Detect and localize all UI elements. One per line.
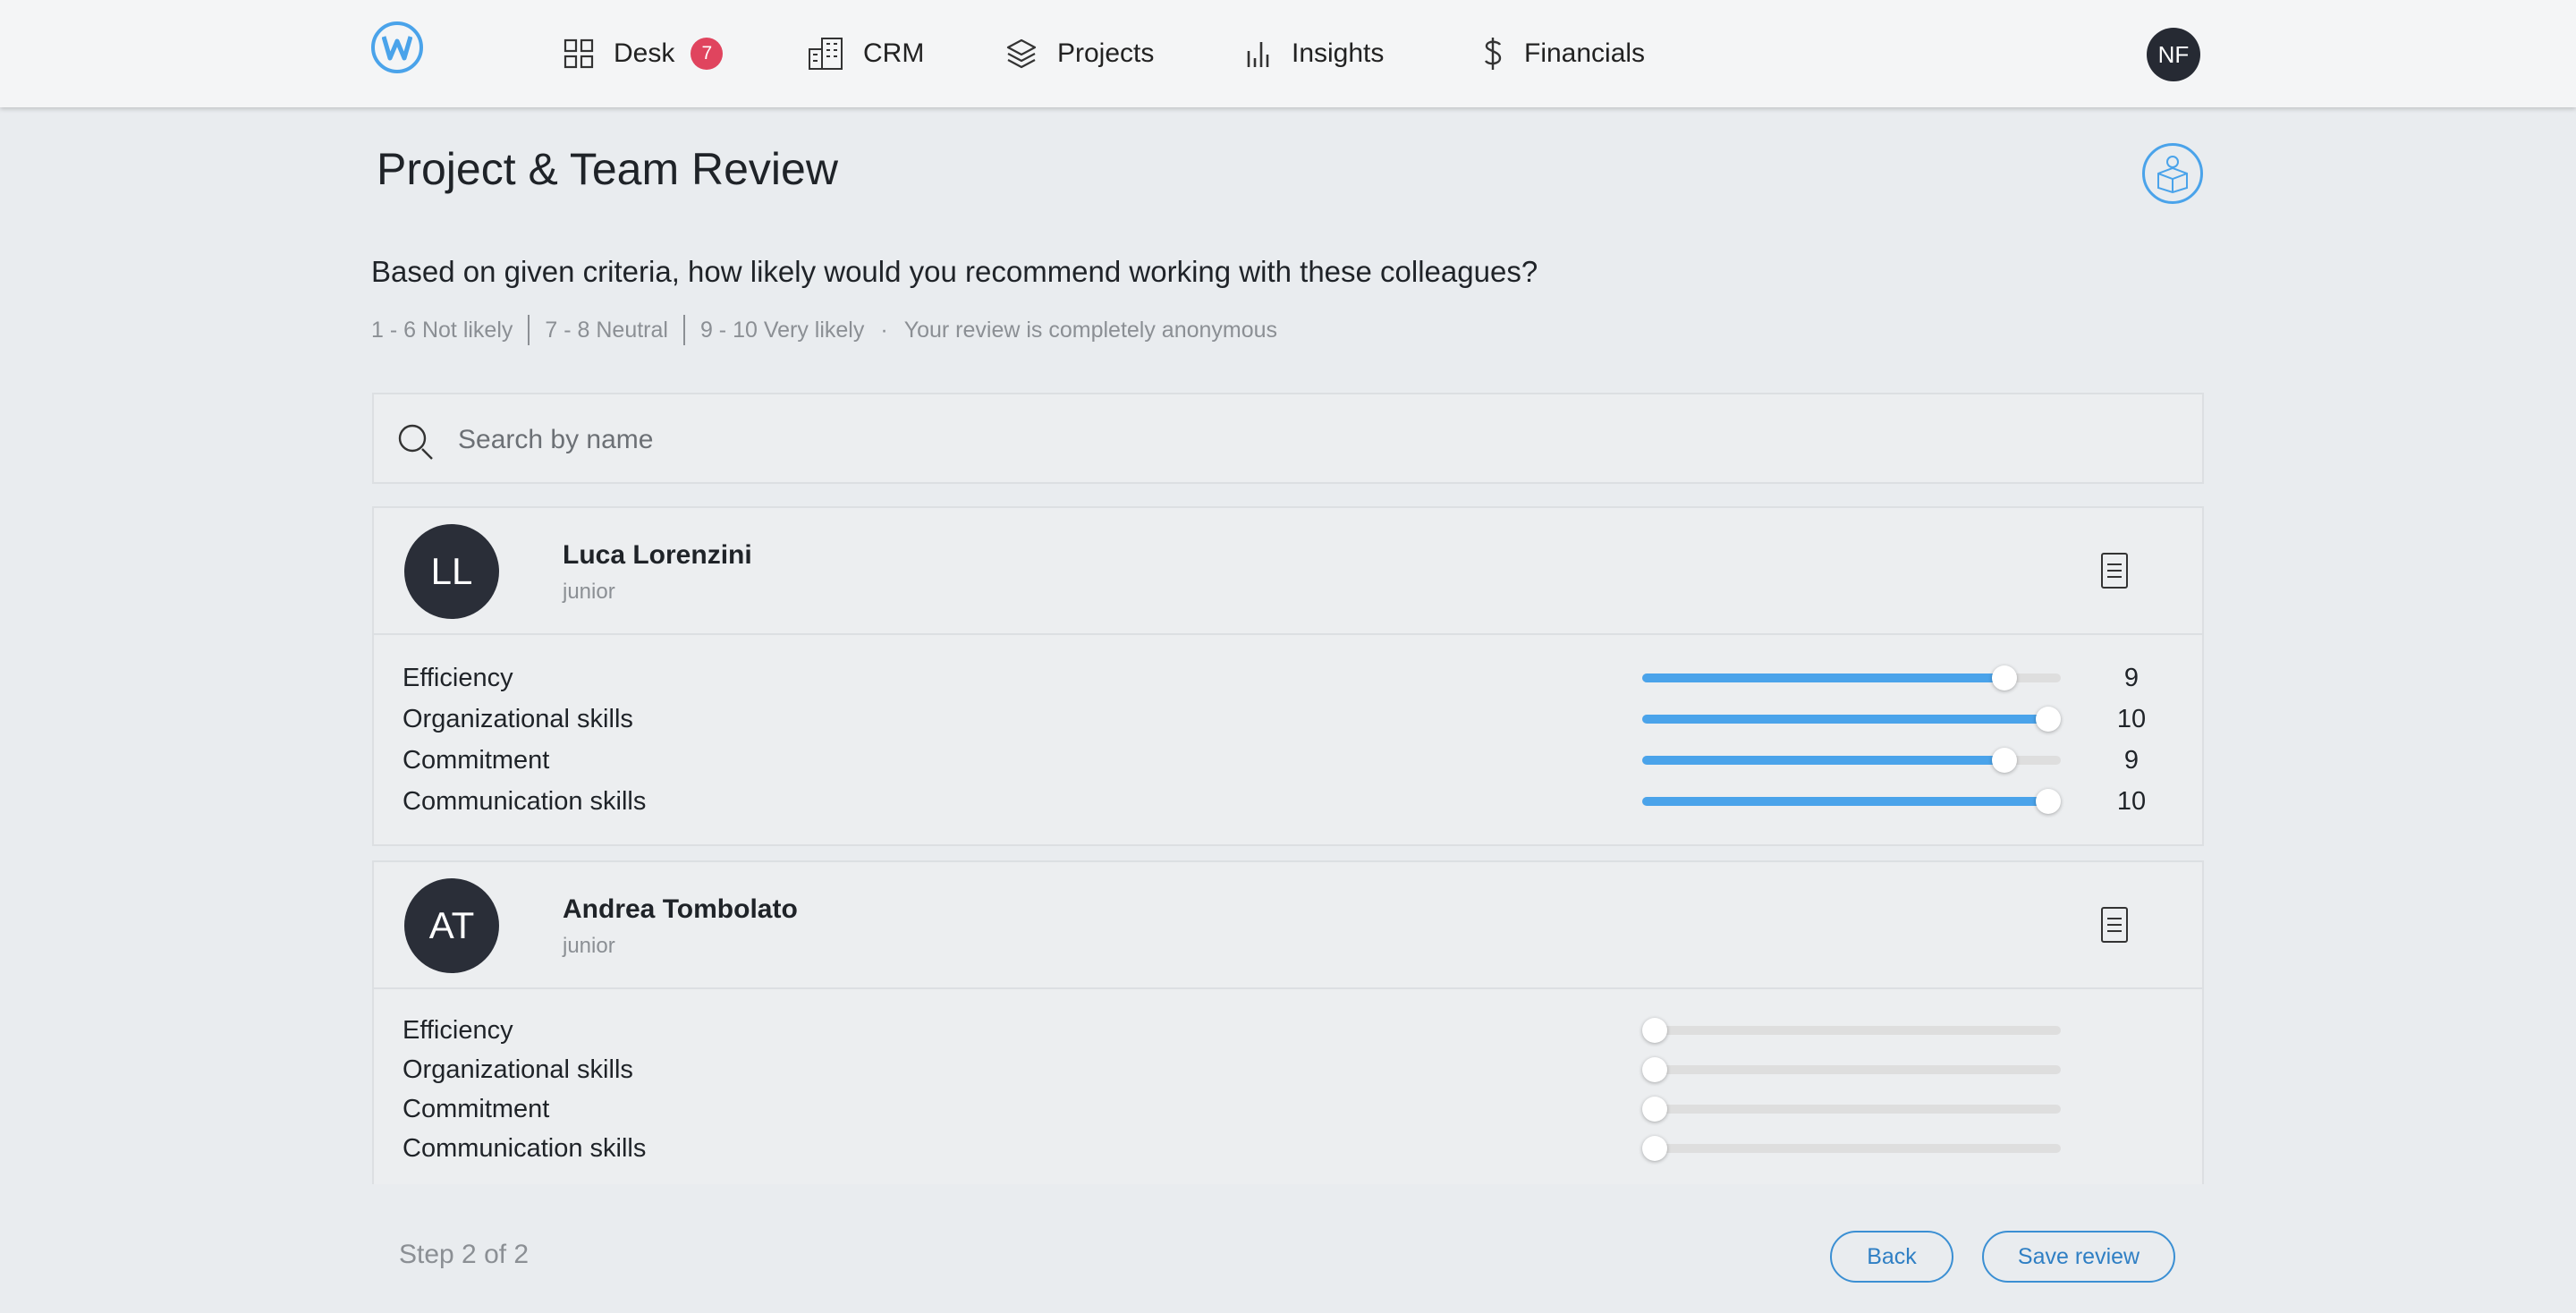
nav-item-insights[interactable]: Insights <box>1245 27 1384 80</box>
criterion-row: Communication skills <box>374 1129 2202 1168</box>
rating-slider[interactable] <box>1642 789 2061 814</box>
notes-icon[interactable] <box>2100 906 2129 944</box>
slider-handle[interactable] <box>2036 707 2061 732</box>
nav-label-desk: Desk <box>614 38 675 68</box>
colleague-role: junior <box>563 934 615 958</box>
slider-handle[interactable] <box>1642 1018 1667 1043</box>
colleague-name: Andrea Tombolato <box>563 894 798 924</box>
slider-fill <box>1642 756 2005 765</box>
rating-slider[interactable] <box>1642 665 2061 690</box>
person-box-icon <box>2157 156 2188 193</box>
criterion-row: Organizational skills 10 <box>374 699 2202 739</box>
rating-slider[interactable] <box>1642 707 2061 732</box>
help-button[interactable] <box>2142 143 2203 204</box>
logo-icon <box>382 36 412 61</box>
app-logo[interactable] <box>371 21 423 73</box>
criterion-label: Efficiency <box>402 1016 513 1045</box>
slider-handle[interactable] <box>1642 1057 1667 1082</box>
avatar: AT <box>404 878 499 973</box>
notes-icon[interactable] <box>2100 552 2129 589</box>
nav-item-desk[interactable]: Desk 7 <box>564 27 724 80</box>
rating-slider[interactable] <box>1642 1018 2061 1043</box>
review-question: Based on given criteria, how likely woul… <box>371 255 1538 288</box>
criterion-row: Organizational skills <box>374 1050 2202 1089</box>
nav-label-projects: Projects <box>1057 38 1155 68</box>
rating-value: 10 <box>2116 787 2147 816</box>
colleague-header: AT Andrea Tombolato junior <box>374 862 2202 989</box>
bar-chart-icon <box>1247 42 1269 67</box>
criterion-label: Commitment <box>402 1095 550 1123</box>
colleague-name: Luca Lorenzini <box>563 540 752 570</box>
rating-value: 9 <box>2123 664 2140 692</box>
nav-label-insights: Insights <box>1292 38 1385 68</box>
criterion-label: Commitment <box>402 746 550 775</box>
slider-handle[interactable] <box>1642 1136 1667 1161</box>
criterion-label: Efficiency <box>402 664 513 692</box>
search-input[interactable] <box>456 416 2070 464</box>
avatar: LL <box>404 524 499 619</box>
user-avatar[interactable]: NF <box>2147 28 2200 81</box>
criterion-row: Commitment 9 <box>374 741 2202 780</box>
nav-item-financials[interactable]: Financials <box>1481 27 1645 80</box>
rating-value: 10 <box>2116 705 2147 733</box>
legend-dot: · <box>880 317 888 343</box>
notification-badge: 7 <box>691 38 724 70</box>
colleague-card: AT Andrea Tombolato junior Efficiency Or… <box>372 860 2204 1184</box>
anonymous-note: Your review is completely anonymous <box>903 317 1278 343</box>
legend-not-likely: 1 - 6 Not likely <box>371 317 513 343</box>
legend-divider <box>682 315 685 345</box>
criterion-label: Communication skills <box>402 787 647 816</box>
criterion-row: Communication skills 10 <box>374 782 2202 821</box>
criterion-row: Efficiency 9 <box>374 658 2202 698</box>
grid-icon <box>564 38 594 69</box>
building-icon <box>809 38 843 70</box>
slider-handle[interactable] <box>1992 665 2018 690</box>
step-indicator: Step 2 of 2 <box>399 1240 530 1269</box>
search-icon <box>398 424 433 460</box>
legend-neutral: 7 - 8 Neutral <box>545 317 668 343</box>
rating-value: 9 <box>2123 746 2140 775</box>
dollar-icon <box>1484 38 1502 70</box>
criterion-label: Organizational skills <box>402 705 633 733</box>
colleague-list: LL Luca Lorenzini junior Efficiency 9 Or… <box>0 506 2576 1184</box>
criterion-label: Communication skills <box>402 1134 647 1163</box>
criterion-row: Efficiency <box>374 1011 2202 1050</box>
nav-label-crm: CRM <box>863 38 925 68</box>
footer-bar: Step 2 of 2 Back Save review <box>0 1184 2576 1313</box>
back-button[interactable]: Back <box>1830 1231 1953 1283</box>
rating-slider[interactable] <box>1642 1057 2061 1082</box>
top-navigation: Desk 7 CRM Projects Insights Financials … <box>0 0 2576 107</box>
rating-slider[interactable] <box>1642 748 2061 773</box>
nav-item-crm[interactable]: CRM <box>808 27 924 80</box>
search-box <box>372 393 2204 484</box>
colleague-role: junior <box>563 580 615 604</box>
slider-handle[interactable] <box>1642 1097 1667 1122</box>
slider-fill <box>1642 673 2005 682</box>
save-review-button[interactable]: Save review <box>1982 1231 2175 1283</box>
legend-very-likely: 9 - 10 Very likely <box>699 317 865 343</box>
colleague-card: LL Luca Lorenzini junior Efficiency 9 Or… <box>372 506 2204 846</box>
colleague-header: LL Luca Lorenzini junior <box>374 508 2202 635</box>
slider-handle[interactable] <box>2036 789 2061 814</box>
criterion-label: Organizational skills <box>402 1055 633 1084</box>
rating-slider[interactable] <box>1642 1136 2061 1161</box>
nav-label-financials: Financials <box>1524 38 1646 68</box>
legend-divider <box>528 315 530 345</box>
nav-item-projects[interactable]: Projects <box>1005 27 1154 80</box>
layers-icon <box>1006 38 1037 69</box>
rating-legend: 1 - 6 Not likely 7 - 8 Neutral 9 - 10 Ve… <box>371 315 1277 345</box>
rating-slider[interactable] <box>1642 1097 2061 1122</box>
slider-handle[interactable] <box>1992 748 2018 773</box>
criterion-row: Commitment <box>374 1089 2202 1129</box>
page-title: Project & Team Review <box>377 144 838 194</box>
slider-fill <box>1642 797 2048 806</box>
slider-fill <box>1642 715 2048 724</box>
